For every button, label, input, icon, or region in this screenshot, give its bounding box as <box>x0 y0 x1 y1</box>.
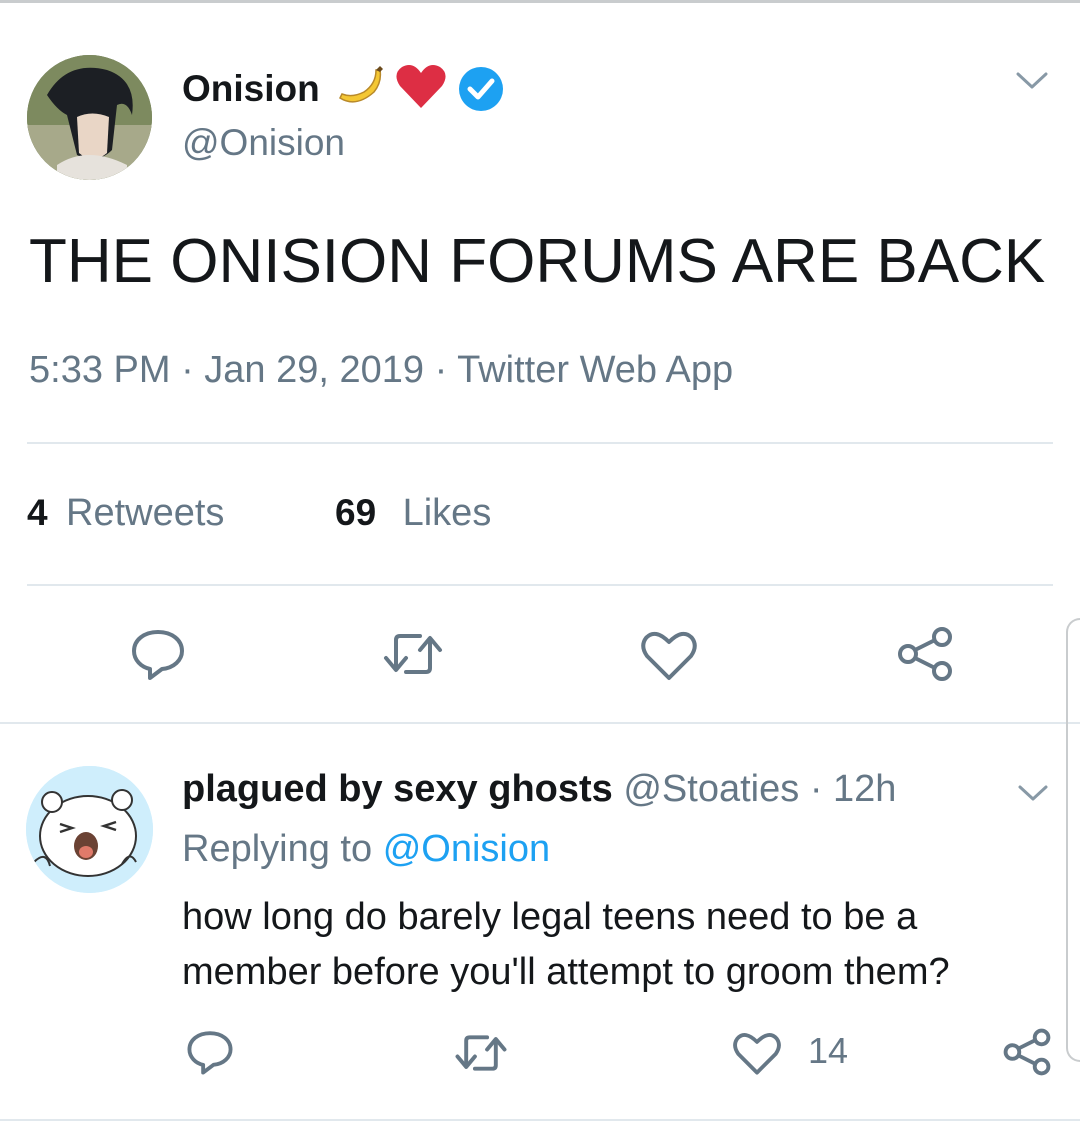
replying-to-handle[interactable]: @Onision <box>383 828 550 870</box>
like-icon[interactable] <box>640 628 698 687</box>
retweet-icon[interactable] <box>454 1030 508 1081</box>
reply-text: how long do barely legal teens need to b… <box>182 896 950 993</box>
top-divider <box>0 0 1080 3</box>
tweet-timestamp[interactable]: 5:33 PM · Jan 29, 2019 · Twitter Web App <box>29 349 733 392</box>
replying-to-label: Replying to <box>182 828 373 870</box>
scrollbar[interactable] <box>1066 618 1080 1062</box>
reply-like-count: 14 <box>808 1030 849 1071</box>
reply-author-handle: @Stoaties <box>623 768 800 810</box>
likes-label: Likes <box>402 492 492 534</box>
divider <box>0 722 1080 724</box>
likes-count: 69 <box>335 492 377 533</box>
share-icon[interactable] <box>896 626 954 687</box>
retweet-icon[interactable] <box>382 628 444 685</box>
divider <box>0 1119 1080 1121</box>
reply-author-avatar[interactable] <box>26 766 153 893</box>
chevron-down-icon[interactable] <box>1016 782 1050 809</box>
verified-badge-icon <box>456 64 506 119</box>
reply-header[interactable]: plagued by sexy ghosts @Stoaties · 12h <box>182 768 896 811</box>
author-name[interactable]: Onision <box>182 68 320 110</box>
retweets-count: 4 <box>27 492 48 533</box>
reply-time: · 12h <box>809 768 897 810</box>
red-heart-icon <box>394 62 448 117</box>
divider <box>27 442 1053 444</box>
author-handle[interactable]: @Onision <box>182 122 345 164</box>
likes-stat[interactable]: 69 Likes <box>335 492 491 535</box>
reply-icon[interactable] <box>186 1028 234 1081</box>
tweet-text: THE ONISION FORUMS ARE BACK <box>29 227 1046 296</box>
reply-icon[interactable] <box>130 626 186 687</box>
replying-to-line: Replying to @Onision <box>182 828 550 871</box>
reply-author-name: plagued by sexy ghosts <box>182 768 613 810</box>
chevron-down-icon[interactable] <box>1014 68 1050 97</box>
like-icon[interactable] <box>732 1030 782 1081</box>
banana-icon <box>336 64 388 119</box>
author-avatar[interactable] <box>27 55 152 180</box>
divider <box>27 584 1053 586</box>
share-icon[interactable] <box>1002 1028 1052 1081</box>
retweets-label: Retweets <box>66 492 225 534</box>
retweets-stat[interactable]: 4 Retweets <box>27 492 224 535</box>
